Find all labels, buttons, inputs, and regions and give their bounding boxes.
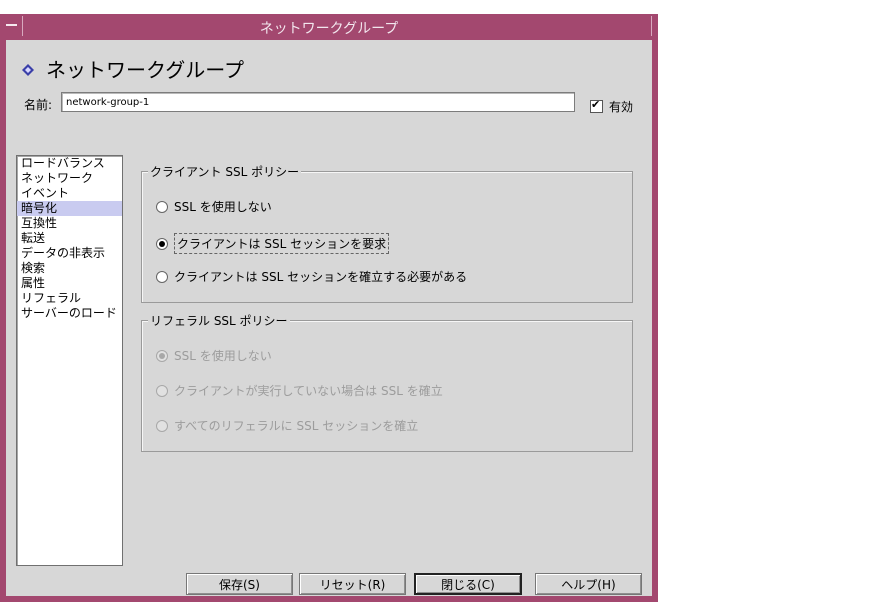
nav-item-network[interactable]: ネットワーク bbox=[17, 171, 122, 186]
reset-button[interactable]: リセット(R) bbox=[299, 573, 406, 595]
radio-label: クライアントは SSL セッションを要求 bbox=[174, 233, 390, 254]
radio-label: すべてのリフェラルに SSL セッションを確立 bbox=[174, 419, 419, 433]
title-bar: ネットワークグループ bbox=[0, 14, 658, 40]
help-button[interactable]: ヘルプ(H) bbox=[535, 573, 642, 595]
close-button[interactable]: 閉じる(C) bbox=[414, 573, 522, 595]
referral-ssl-policy-group: リフェラル SSL ポリシー SSL を使用しない クライアントが実行していない… bbox=[141, 312, 633, 452]
referral-ssl-option-none[interactable]: SSL を使用しない bbox=[156, 347, 272, 364]
nav-item-referral[interactable]: リフェラル bbox=[17, 291, 122, 306]
enabled-checkbox[interactable] bbox=[590, 98, 603, 113]
radio-label: SSL を使用しない bbox=[174, 200, 272, 214]
window-title: ネットワークグループ bbox=[259, 21, 399, 37]
radio-button[interactable] bbox=[156, 419, 168, 432]
client-ssl-option-none[interactable]: SSL を使用しない bbox=[156, 198, 272, 215]
radio-button[interactable] bbox=[156, 349, 168, 362]
radio-button[interactable] bbox=[156, 237, 168, 250]
nav-item-data-hiding[interactable]: データの非表示 bbox=[17, 246, 122, 261]
radio-label: クライアントが実行していない場合は SSL を確立 bbox=[174, 384, 443, 398]
nav-item-attributes[interactable]: 属性 bbox=[17, 276, 122, 291]
title-bar-edge bbox=[651, 16, 656, 36]
name-label: 名前: bbox=[24, 98, 53, 112]
category-list[interactable]: ロードバランス ネットワーク イベント 暗号化 互換性 転送 データの非表示 検… bbox=[16, 155, 123, 566]
referral-ssl-option-if-client-not[interactable]: クライアントが実行していない場合は SSL を確立 bbox=[156, 382, 443, 399]
save-button[interactable]: 保存(S) bbox=[186, 573, 293, 595]
nav-item-encryption[interactable]: 暗号化 bbox=[17, 201, 122, 216]
name-input[interactable]: network-group-1 bbox=[61, 92, 575, 112]
nav-item-compatibility[interactable]: 互換性 bbox=[17, 216, 122, 231]
page-title: ネットワークグループ bbox=[46, 58, 244, 82]
client-area: ネットワークグループ 名前: network-group-1 有効 ロードバラン… bbox=[6, 40, 652, 596]
enabled-label: 有効 bbox=[609, 100, 634, 114]
client-ssl-option-request[interactable]: クライアントは SSL セッションを要求 bbox=[156, 233, 390, 254]
referral-ssl-policy-legend: リフェラル SSL ポリシー bbox=[148, 312, 290, 329]
referral-ssl-option-all[interactable]: すべてのリフェラルに SSL セッションを確立 bbox=[156, 417, 418, 434]
nav-item-load-balance[interactable]: ロードバランス bbox=[17, 156, 122, 171]
radio-button[interactable] bbox=[156, 384, 168, 397]
nav-item-forwarding[interactable]: 転送 bbox=[17, 231, 122, 246]
client-ssl-option-require[interactable]: クライアントは SSL セッションを確立する必要がある bbox=[156, 268, 467, 285]
radio-label: SSL を使用しない bbox=[174, 349, 272, 363]
radio-button[interactable] bbox=[156, 270, 168, 283]
network-group-window: ネットワークグループ ネットワークグループ 名前: network-group-… bbox=[0, 14, 658, 602]
radio-button[interactable] bbox=[156, 200, 168, 213]
radio-label: クライアントは SSL セッションを確立する必要がある bbox=[174, 270, 468, 284]
diamond-icon bbox=[22, 64, 34, 76]
nav-item-event[interactable]: イベント bbox=[17, 186, 122, 201]
nav-item-search[interactable]: 検索 bbox=[17, 261, 122, 276]
nav-item-server-load[interactable]: サーバーのロード bbox=[17, 306, 122, 321]
client-ssl-policy-legend: クライアント SSL ポリシー bbox=[148, 163, 302, 180]
client-ssl-policy-group: クライアント SSL ポリシー SSL を使用しない クライアントは SSL セ… bbox=[141, 163, 633, 303]
enabled-toggle[interactable]: 有効 bbox=[590, 98, 633, 115]
